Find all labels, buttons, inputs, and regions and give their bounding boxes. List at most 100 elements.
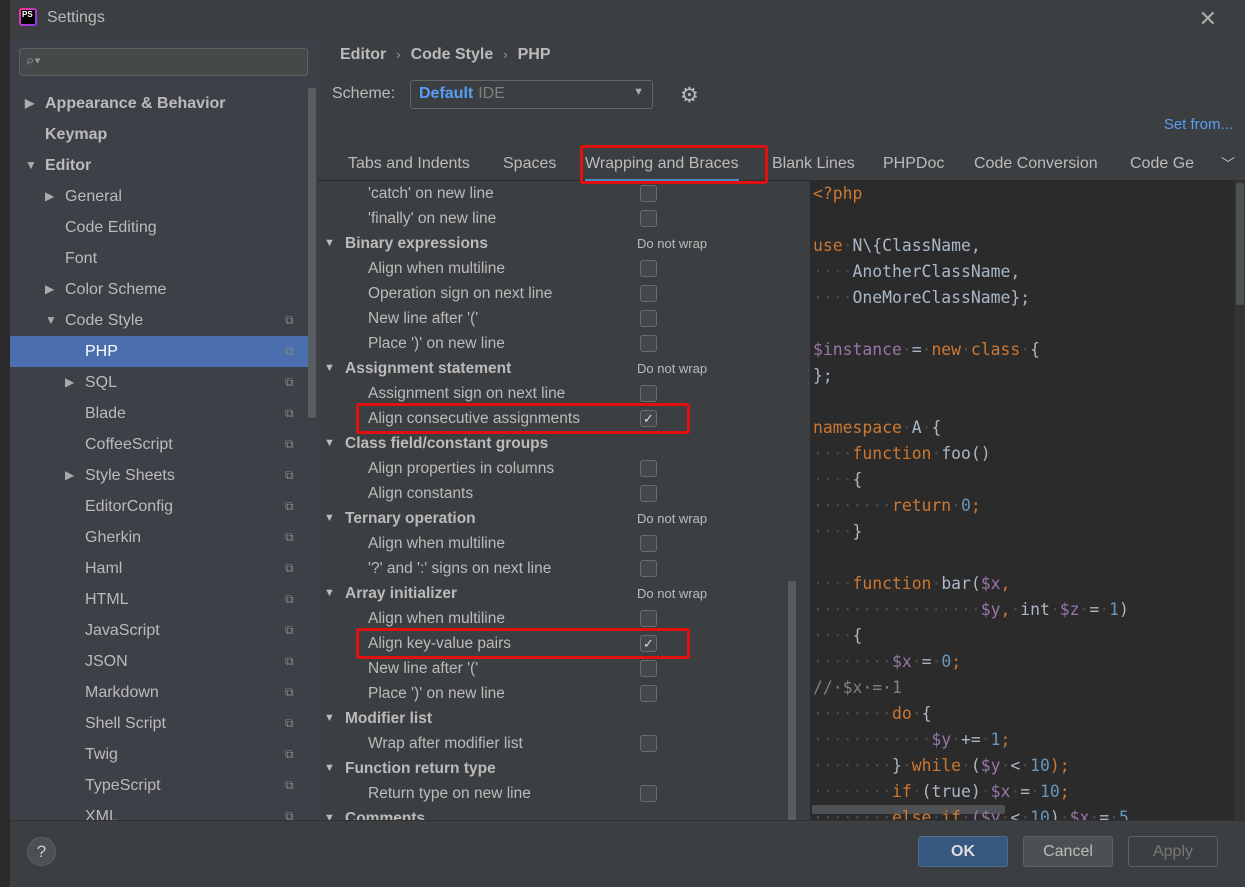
option-group: ▼ Function return type — [318, 756, 788, 781]
expand-arrow-icon[interactable]: ▶ — [45, 181, 54, 212]
option-group: ▼ Ternary operation Do not wrap — [318, 506, 788, 531]
code-token: · — [1109, 808, 1120, 820]
checkbox[interactable] — [640, 485, 657, 502]
tab-spaces[interactable]: Spaces — [503, 155, 556, 173]
collapse-arrow-icon[interactable]: ▼ — [324, 231, 335, 256]
sidebar-item-xml[interactable]: XML ⧉ — [10, 801, 310, 820]
sidebar-item-color-scheme[interactable]: ▶ Color Scheme — [10, 274, 310, 305]
collapse-arrow-icon[interactable]: ▼ — [324, 356, 335, 381]
code-token: ; — [1059, 782, 1070, 801]
option-label: Wrap after modifier list — [368, 735, 523, 752]
sidebar-item-typescript[interactable]: TypeScript ⧉ — [10, 770, 310, 801]
checkbox[interactable] — [640, 285, 657, 302]
expand-arrow-icon[interactable]: ▶ — [65, 460, 74, 491]
collapse-arrow-icon[interactable]: ▼ — [324, 581, 335, 606]
scheme-select[interactable]: Default IDE ▼ — [410, 80, 653, 109]
sidebar-item-haml[interactable]: Haml ⧉ — [10, 553, 310, 584]
wrap-mode-select[interactable]: Do not wrap — [637, 231, 707, 256]
sidebar-item-javascript[interactable]: JavaScript ⧉ — [10, 615, 310, 646]
checkbox[interactable] — [640, 685, 657, 702]
code-token: · — [961, 756, 971, 775]
checkbox[interactable] — [640, 560, 657, 577]
collapse-arrow-icon[interactable]: ▼ — [45, 305, 57, 336]
sidebar-item-blade[interactable]: Blade ⧉ — [10, 398, 310, 429]
sidebar-item-coffeescript[interactable]: CoffeeScript ⧉ — [10, 429, 310, 460]
chevron-down-icon[interactable]: ﹀ — [1221, 154, 1235, 174]
options-scrollbar[interactable] — [788, 581, 796, 820]
collapse-arrow-icon[interactable]: ▼ — [324, 506, 335, 531]
wrap-mode-select[interactable]: Do not wrap — [637, 581, 707, 606]
checkbox[interactable] — [640, 460, 657, 477]
sidebar-item-code-style[interactable]: ▼ Code Style ⧉ — [10, 305, 310, 336]
sidebar-item-json[interactable]: JSON ⧉ — [10, 646, 310, 677]
checkbox[interactable] — [640, 335, 657, 352]
checkbox[interactable] — [640, 260, 657, 277]
tab-tabs-and-indents[interactable]: Tabs and Indents — [348, 155, 470, 173]
sidebar-scrollbar[interactable] — [308, 88, 316, 418]
gear-icon[interactable]: ⚙ — [680, 83, 699, 108]
sidebar-item-label: TypeScript — [85, 777, 161, 794]
set-from-link[interactable]: Set from... — [1164, 116, 1233, 133]
collapse-arrow-icon[interactable]: ▼ — [324, 431, 335, 456]
sidebar-item-shell-script[interactable]: Shell Script ⧉ — [10, 708, 310, 739]
code-token: 10 — [1040, 782, 1060, 801]
wrap-mode-select[interactable]: Do not wrap — [637, 356, 707, 381]
sidebar-item-php[interactable]: PHP ⧉ — [10, 336, 310, 367]
code-token: · — [961, 340, 971, 359]
option-label: 'catch' on new line — [368, 185, 494, 202]
checkbox[interactable] — [640, 785, 657, 802]
preview-vertical-scrollbar[interactable] — [1236, 183, 1244, 305]
copy-scheme-icon: ⧉ — [285, 623, 294, 637]
cancel-button[interactable]: Cancel — [1023, 836, 1113, 867]
expand-arrow-icon[interactable]: ▶ — [65, 367, 74, 398]
wrap-mode-select[interactable]: Do not wrap — [637, 506, 707, 531]
breadcrumb-item[interactable]: Code Style — [411, 46, 494, 63]
collapse-arrow-icon[interactable]: ▼ — [324, 706, 335, 731]
sidebar-item-keymap[interactable]: Keymap — [10, 119, 310, 150]
search-input[interactable]: ⌕▾ — [19, 48, 308, 76]
code-token: <?php — [813, 184, 863, 203]
help-button[interactable]: ? — [27, 837, 56, 866]
sidebar-item-label: JavaScript — [85, 622, 160, 639]
checkbox[interactable] — [640, 385, 657, 402]
sidebar-item-editorconfig[interactable]: EditorConfig ⧉ — [10, 491, 310, 522]
checkbox[interactable] — [640, 310, 657, 327]
sidebar-item-general[interactable]: ▶ General — [10, 181, 310, 212]
collapse-arrow-icon[interactable]: ▼ — [25, 150, 37, 181]
tab-code-conversion[interactable]: Code Conversion — [974, 155, 1098, 173]
code-token: function — [852, 444, 932, 463]
tab-phpdoc[interactable]: PHPDoc — [883, 155, 944, 173]
code-token: $z — [1059, 600, 1080, 619]
sidebar-item-editor[interactable]: ▼ Editor — [10, 150, 310, 181]
code-token: ········ — [813, 704, 892, 723]
checkbox[interactable] — [640, 185, 657, 202]
sidebar-item-html[interactable]: HTML ⧉ — [10, 584, 310, 615]
close-icon[interactable]: ✕ — [1199, 6, 1217, 32]
sidebar-item-style-sheets[interactable]: ▶ Style Sheets ⧉ — [10, 460, 310, 491]
collapse-arrow-icon[interactable]: ▼ — [324, 756, 335, 781]
tab-code-ge[interactable]: Code Ge — [1130, 155, 1194, 173]
code-token: ········ — [813, 652, 892, 671]
checkbox[interactable] — [640, 610, 657, 627]
code-line: namespace·A·{ — [813, 415, 941, 441]
sidebar-item-label: PHP — [85, 343, 118, 360]
checkbox[interactable] — [640, 660, 657, 677]
sidebar-item-font[interactable]: Font — [10, 243, 310, 274]
expand-arrow-icon[interactable]: ▶ — [45, 274, 54, 305]
code-token: new — [931, 340, 962, 359]
sidebar-item-appearance-behavior[interactable]: ▶ Appearance & Behavior — [10, 88, 310, 119]
checkbox[interactable] — [640, 735, 657, 752]
checkbox[interactable] — [640, 535, 657, 552]
sidebar-item-sql[interactable]: ▶ SQL ⧉ — [10, 367, 310, 398]
sidebar-item-code-editing[interactable]: Code Editing — [10, 212, 310, 243]
ok-button[interactable]: OK — [918, 836, 1008, 867]
expand-arrow-icon[interactable]: ▶ — [25, 88, 34, 119]
apply-button[interactable]: Apply — [1128, 836, 1218, 867]
collapse-arrow-icon[interactable]: ▼ — [324, 806, 335, 820]
breadcrumb-item[interactable]: Editor — [340, 46, 386, 63]
sidebar-item-markdown[interactable]: Markdown ⧉ — [10, 677, 310, 708]
checkbox[interactable] — [640, 210, 657, 227]
tab-blank-lines[interactable]: Blank Lines — [772, 155, 855, 173]
sidebar-item-twig[interactable]: Twig ⧉ — [10, 739, 310, 770]
sidebar-item-gherkin[interactable]: Gherkin ⧉ — [10, 522, 310, 553]
